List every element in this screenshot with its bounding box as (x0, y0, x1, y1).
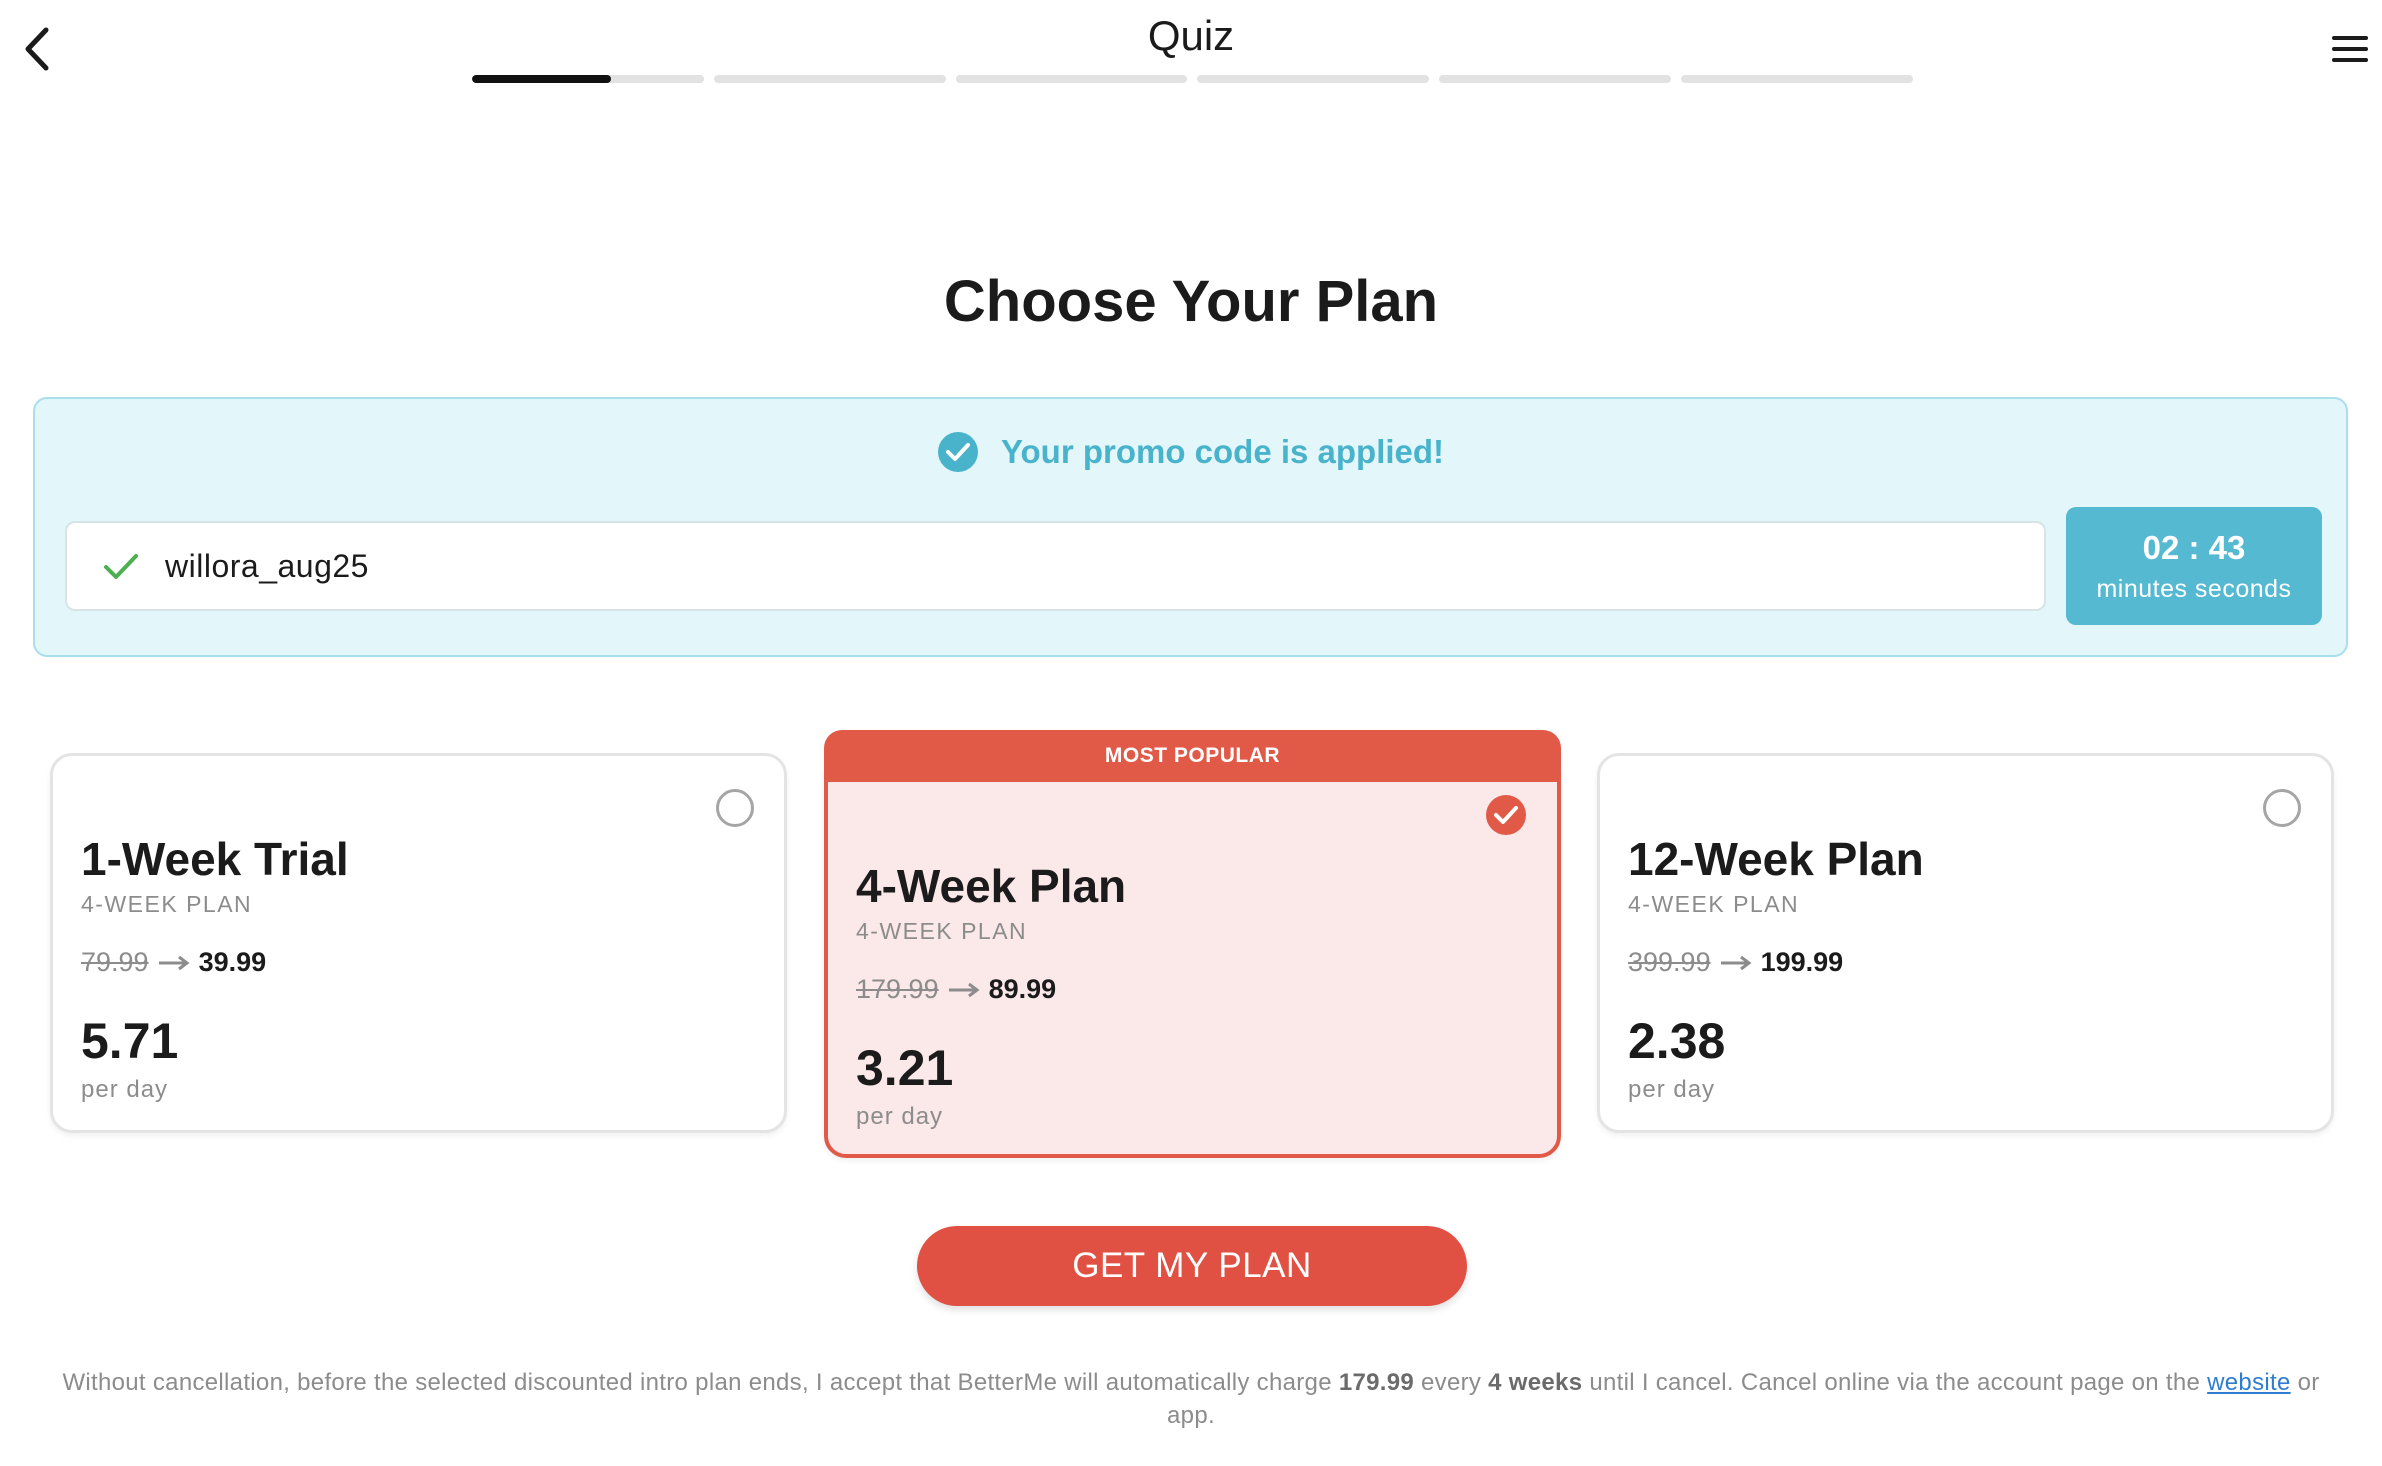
promo-panel: Your promo code is applied! willora_aug2… (33, 397, 2348, 657)
plan-card-4-week[interactable]: MOST POPULAR 4-Week Plan 4-WEEK PLAN 179… (824, 730, 1561, 1158)
page: Quiz Choose Your Plan Your promo code is… (0, 0, 2382, 1466)
progress-fill (472, 75, 612, 83)
price-row: 399.99 199.99 (1628, 947, 1843, 978)
plan-subtitle: 4-WEEK PLAN (856, 918, 1028, 944)
arrow-right-icon (158, 955, 190, 970)
plan-subtitle: 4-WEEK PLAN (1628, 891, 1800, 917)
disclaimer-text: until I cancel. Cancel online via the ac… (1582, 1369, 2208, 1396)
old-price: 399.99 (1628, 947, 1711, 977)
plan-subtitle: 4-WEEK PLAN (81, 891, 253, 917)
promo-status-text: Your promo code is applied! (1000, 433, 1445, 470)
per-day-label: per day (856, 1103, 944, 1130)
progress-segment (472, 75, 704, 83)
promo-code-value: willora_aug25 (165, 547, 369, 584)
progress-segment (713, 75, 946, 83)
disclaimer-period: 4 weeks (1488, 1369, 1583, 1396)
plan-card-12-week[interactable]: 12-Week Plan 4-WEEK PLAN 399.99 199.99 2… (1597, 753, 2334, 1133)
radio-empty-icon[interactable] (2263, 789, 2301, 827)
menu-button[interactable] (2330, 32, 2370, 66)
page-title: Choose Your Plan (943, 269, 1439, 334)
promo-status: Your promo code is applied! (35, 431, 2346, 473)
progress-segment (955, 75, 1188, 83)
billing-disclaimer: Without cancellation, before the selecte… (60, 1366, 2322, 1432)
check-circle-icon (937, 432, 978, 472)
progress-segment (1681, 75, 1913, 83)
price-row: 79.99 39.99 (81, 947, 266, 978)
arrow-right-icon (1720, 955, 1752, 970)
progress-segment (1197, 75, 1430, 83)
new-price: 89.99 (988, 974, 1057, 1004)
plan-name: 1-Week Trial (81, 833, 349, 885)
old-price: 179.99 (856, 974, 939, 1004)
disclaimer-text: Without cancellation, before the selecte… (62, 1369, 1339, 1396)
price-row: 179.99 89.99 (856, 974, 1056, 1005)
per-day-label: per day (1628, 1076, 1716, 1103)
daily-price: 5.71 (81, 1013, 179, 1069)
hamburger-menu-icon (2332, 36, 2368, 62)
old-price: 79.99 (81, 947, 149, 977)
progress-segment (1439, 75, 1672, 83)
get-my-plan-button[interactable]: GET MY PLAN (917, 1226, 1467, 1306)
new-price: 199.99 (1760, 947, 1844, 977)
per-day-label: per day (81, 1076, 169, 1103)
countdown-timer: 02 : 43 minutes seconds (2066, 507, 2322, 625)
website-link[interactable]: website (2207, 1369, 2290, 1396)
header-title: Quiz (1147, 12, 1235, 59)
plan-card-1-week[interactable]: 1-Week Trial 4-WEEK PLAN 79.99 39.99 5.7… (50, 753, 787, 1133)
daily-price: 3.21 (856, 1040, 954, 1096)
disclaimer-text: every (1414, 1369, 1489, 1396)
daily-price: 2.38 (1628, 1013, 1726, 1069)
plan-name: 12-Week Plan (1628, 833, 1924, 885)
disclaimer-amount: 179.99 (1338, 1369, 1415, 1396)
quiz-progress-bar (472, 75, 1913, 83)
radio-empty-icon[interactable] (716, 789, 754, 827)
promo-code-field[interactable]: willora_aug25 (65, 521, 2046, 611)
timer-digits: 02 : 43 (2142, 529, 2246, 566)
checkmark-icon (104, 554, 138, 579)
timer-units: minutes seconds (2096, 575, 2292, 603)
check-circle-icon (1486, 795, 1526, 835)
most-popular-badge: MOST POPULAR (824, 730, 1561, 782)
new-price: 39.99 (198, 947, 267, 977)
plan-name: 4-Week Plan (856, 860, 1127, 912)
arrow-right-icon (948, 982, 980, 997)
